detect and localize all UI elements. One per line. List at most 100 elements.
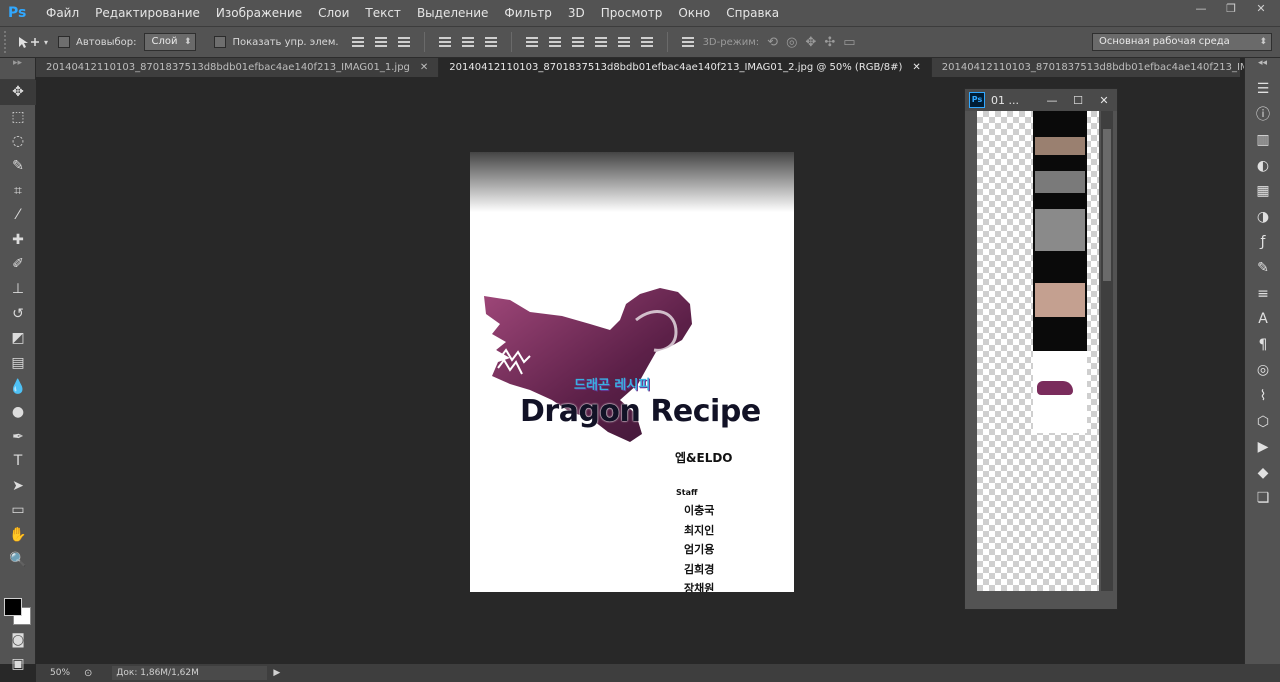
tools-panel-collapse-icon[interactable]: ▸▸ bbox=[0, 58, 35, 80]
zoom-level[interactable]: 50% bbox=[36, 668, 84, 678]
color-panel-icon[interactable]: ◐ bbox=[1245, 153, 1280, 179]
menu-help[interactable]: Справка bbox=[718, 6, 787, 20]
paragraph-panel-icon[interactable]: ¶ bbox=[1245, 332, 1280, 358]
quick-select-tool-icon[interactable]: ✎ bbox=[0, 154, 36, 179]
dodge-tool-icon[interactable]: ● bbox=[0, 400, 36, 425]
minimize-button[interactable]: — bbox=[1186, 0, 1216, 18]
floating-close-button[interactable]: ✕ bbox=[1091, 94, 1117, 107]
align-vcenter-icon[interactable] bbox=[372, 33, 390, 51]
healing-brush-tool-icon[interactable]: ✚ bbox=[0, 228, 36, 253]
options-grip[interactable] bbox=[4, 31, 10, 53]
distribute-bottom-icon[interactable] bbox=[569, 33, 587, 51]
path-select-tool-icon[interactable]: ➤ bbox=[0, 474, 36, 499]
align-bottom-icon[interactable] bbox=[395, 33, 413, 51]
lasso-tool-icon[interactable]: ◌ bbox=[0, 129, 36, 154]
clone-stamp-tool-icon[interactable]: ⊥ bbox=[0, 277, 36, 302]
scrollbar-thumb[interactable] bbox=[1103, 129, 1111, 281]
show-transform-checkbox[interactable] bbox=[214, 36, 227, 48]
autoselect-dropdown[interactable]: Слой bbox=[144, 33, 197, 51]
tool-preset-chevron-icon[interactable]: ▾ bbox=[44, 38, 48, 47]
3d-pan-icon[interactable]: ✥ bbox=[805, 35, 816, 50]
type-tool-icon[interactable]: T bbox=[0, 449, 36, 474]
rectangle-tool-icon[interactable]: ▭ bbox=[0, 498, 36, 523]
history-brush-tool-icon[interactable]: ↺ bbox=[0, 301, 36, 326]
styles-panel-icon[interactable]: ƒ bbox=[1245, 230, 1280, 256]
restore-button[interactable]: ❐ bbox=[1216, 0, 1246, 18]
menu-file[interactable]: Файл bbox=[38, 6, 87, 20]
marquee-tool-icon[interactable]: ⬚ bbox=[0, 105, 36, 130]
brush-tool-icon[interactable]: ✐ bbox=[0, 252, 36, 277]
distribute-left-icon[interactable] bbox=[592, 33, 610, 51]
channels-panel-icon[interactable]: ◎ bbox=[1245, 358, 1280, 384]
eyedropper-tool-icon[interactable]: ⁄ bbox=[0, 203, 36, 228]
workspace-dropdown[interactable]: Основная рабочая среда bbox=[1092, 33, 1272, 51]
layer-comps-icon[interactable]: ❏ bbox=[1245, 486, 1280, 512]
pen-tool-icon[interactable]: ✒ bbox=[0, 424, 36, 449]
floating-window-titlebar[interactable]: Ps 01 ... — ☐ ✕ bbox=[965, 89, 1117, 111]
document-tab-active[interactable]: 20140412110103_8701837513d8bdb01efbac4ae… bbox=[439, 58, 932, 77]
swatches-panel-icon[interactable]: ▦ bbox=[1245, 178, 1280, 204]
hand-tool-icon[interactable]: ✋ bbox=[0, 523, 36, 548]
eraser-tool-icon[interactable]: ◩ bbox=[0, 326, 36, 351]
3d-rotate-icon[interactable]: ⟲ bbox=[767, 35, 778, 50]
menu-3d[interactable]: 3D bbox=[560, 6, 593, 20]
zoom-tool-icon[interactable]: 🔍 bbox=[0, 547, 36, 572]
foreground-color-swatch[interactable] bbox=[4, 598, 22, 616]
3d-slide-icon[interactable]: ✣ bbox=[824, 35, 835, 50]
crop-tool-icon[interactable]: ⌗ bbox=[0, 178, 36, 203]
autoselect-checkbox[interactable] bbox=[58, 36, 71, 48]
brush-panel-icon[interactable]: ✎ bbox=[1245, 255, 1280, 281]
brush-presets-icon[interactable]: ≡ bbox=[1245, 281, 1280, 307]
paths-panel-icon[interactable]: ⌇ bbox=[1245, 383, 1280, 409]
distribute-right-icon[interactable] bbox=[638, 33, 656, 51]
floating-document-window[interactable]: Ps 01 ... — ☐ ✕ bbox=[964, 88, 1118, 610]
actions-panel-icon[interactable]: ▶ bbox=[1245, 434, 1280, 460]
menu-view[interactable]: Просмотр bbox=[593, 6, 671, 20]
move-tool-icon[interactable] bbox=[16, 33, 44, 51]
history-panel-icon[interactable]: ☰ bbox=[1245, 76, 1280, 102]
screen-mode-icon[interactable]: ▣ bbox=[0, 652, 36, 677]
menu-filter[interactable]: Фильтр bbox=[496, 6, 559, 20]
floating-minimize-button[interactable]: — bbox=[1039, 94, 1065, 107]
distribute-vcenter-icon[interactable] bbox=[546, 33, 564, 51]
layers-panel-icon[interactable]: ◆ bbox=[1245, 460, 1280, 486]
info-panel-icon[interactable]: ⓘ bbox=[1245, 102, 1280, 128]
menu-image[interactable]: Изображение bbox=[208, 6, 310, 20]
menu-edit[interactable]: Редактирование bbox=[87, 6, 208, 20]
align-left-icon[interactable] bbox=[436, 33, 454, 51]
close-button[interactable]: ✕ bbox=[1246, 0, 1276, 18]
menu-select[interactable]: Выделение bbox=[409, 6, 496, 20]
3d-roll-icon[interactable]: ◎ bbox=[786, 35, 797, 50]
document-tab[interactable]: 20140412110103_8701837513d8bdb01efbac4ae… bbox=[932, 58, 1280, 77]
document-canvas[interactable]: 드래곤 레시피 Dragon Recipe 엡&ELDO Staff 이충국 최… bbox=[470, 152, 794, 592]
align-hcenter-icon[interactable] bbox=[459, 33, 477, 51]
floating-canvas[interactable] bbox=[977, 111, 1099, 591]
adjustments-panel-icon[interactable]: ◑ bbox=[1245, 204, 1280, 230]
gradient-tool-icon[interactable]: ▤ bbox=[0, 351, 36, 376]
tab-close-icon[interactable]: ✕ bbox=[912, 58, 920, 77]
distribute-hcenter-icon[interactable] bbox=[615, 33, 633, 51]
menu-layers[interactable]: Слои bbox=[310, 6, 357, 20]
tab-close-icon[interactable]: ✕ bbox=[420, 58, 428, 77]
blur-tool-icon[interactable]: 💧 bbox=[0, 375, 36, 400]
floating-scrollbar[interactable] bbox=[1101, 111, 1113, 591]
3d-camera-icon[interactable]: ▭ bbox=[843, 35, 855, 50]
quick-mask-icon[interactable]: ◙ bbox=[0, 628, 36, 653]
menu-window[interactable]: Окно bbox=[670, 6, 718, 20]
move-tool-icon[interactable]: ✥ bbox=[0, 80, 36, 105]
histogram-panel-icon[interactable]: ▥ bbox=[1245, 127, 1280, 153]
status-menu-icon[interactable]: ▶ bbox=[273, 668, 280, 678]
logo-korean-subtitle: 드래곤 레시피 bbox=[574, 378, 651, 393]
character-panel-icon[interactable]: A bbox=[1245, 306, 1280, 332]
floating-maximize-button[interactable]: ☐ bbox=[1065, 94, 1091, 107]
status-settings-icon[interactable]: ⊙ bbox=[84, 668, 92, 679]
align-top-icon[interactable] bbox=[349, 33, 367, 51]
document-tab[interactable]: 20140412110103_8701837513d8bdb01efbac4ae… bbox=[36, 58, 440, 77]
3d-panel-icon[interactable]: ⬡ bbox=[1245, 409, 1280, 435]
auto-align-icon[interactable] bbox=[679, 33, 697, 51]
menu-type[interactable]: Текст bbox=[357, 6, 409, 20]
floating-window-title: 01 ... bbox=[991, 93, 1019, 107]
distribute-top-icon[interactable] bbox=[523, 33, 541, 51]
align-right-icon[interactable] bbox=[482, 33, 500, 51]
dock-collapse-icon[interactable]: ◂◂ bbox=[1245, 58, 1280, 76]
